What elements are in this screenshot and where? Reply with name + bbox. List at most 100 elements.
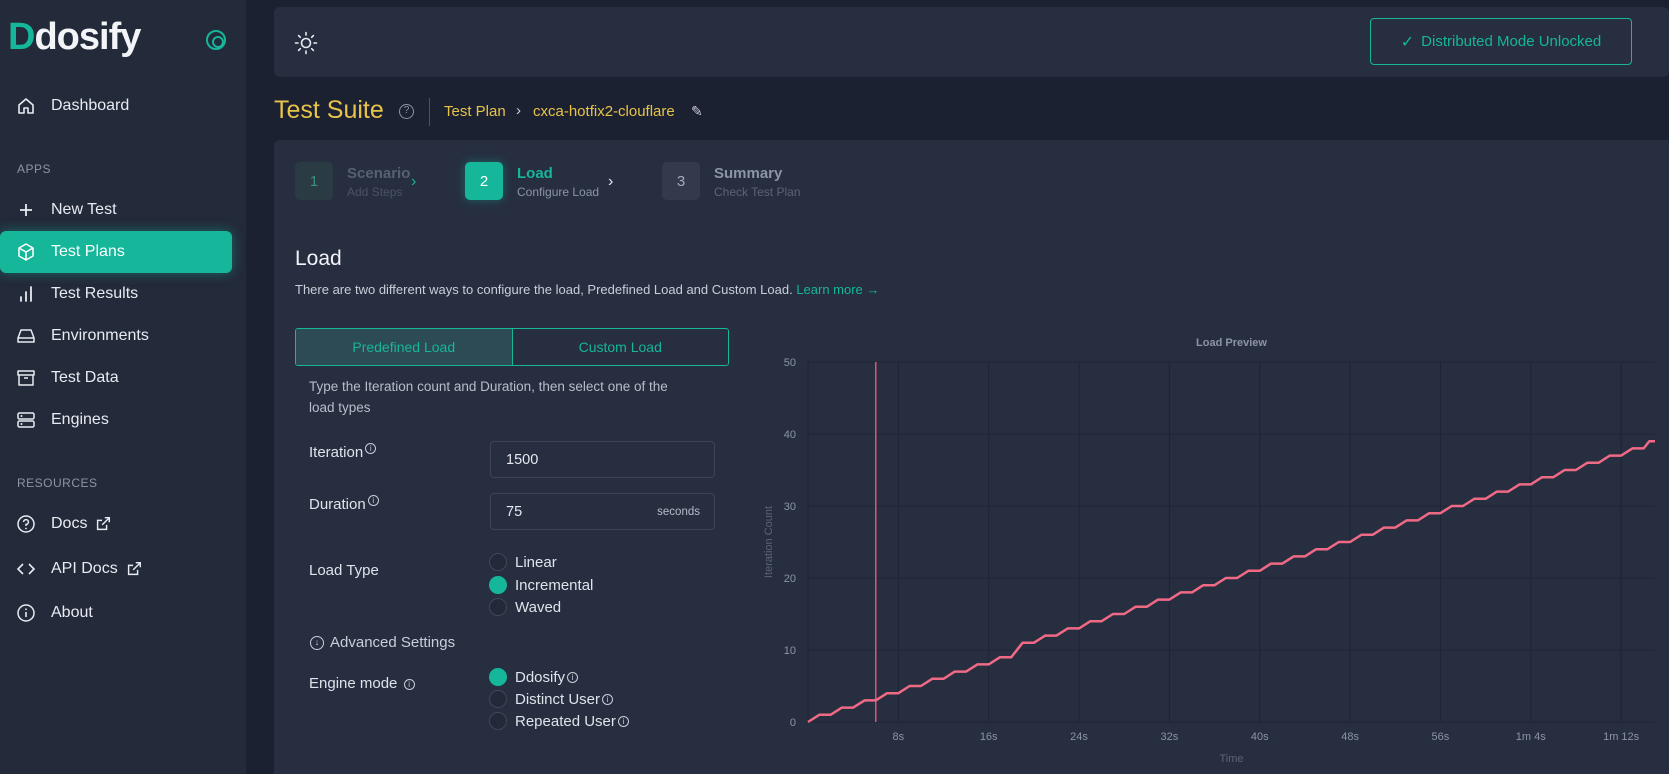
tab-predefined-load[interactable]: Predefined Load — [296, 329, 513, 365]
series-line — [807, 439, 1655, 724]
page-title: Test Suite — [274, 96, 384, 124]
engine-mode-label: Engine mode i — [309, 675, 415, 692]
duration-label: Duration i — [309, 495, 379, 513]
iteration-label: Iteration i — [309, 443, 377, 461]
y-axis-label: Iteration Count — [763, 506, 775, 578]
nav-engines[interactable]: Engines — [0, 399, 232, 441]
nav-test-plans[interactable]: Test Plans — [0, 231, 232, 273]
apps-section-label: APPS — [17, 162, 52, 176]
load-preview-svg: Load Preview 0 10 20 30 40 50 8s 16s 24s 32s 40s 48s… — [763, 337, 1655, 765]
archive-icon — [16, 368, 36, 388]
breadcrumb-plan-name: cxca-hotfix2-clouflare — [533, 103, 675, 120]
radio-distinct-user[interactable]: Distinct User i — [489, 690, 614, 708]
radio-ddosify[interactable]: Ddosify i — [489, 668, 579, 686]
info-icon[interactable]: i — [365, 443, 377, 454]
nav-test-results[interactable]: Test Results — [0, 273, 232, 315]
cube-icon — [16, 242, 36, 262]
x-tick-label: 48s — [1341, 731, 1359, 743]
edit-pencil-icon[interactable]: ✎ — [691, 103, 703, 120]
load-heading: Load — [295, 247, 342, 270]
radio-distinct-user-label: Distinct User — [515, 690, 601, 708]
step-scenario[interactable]: 1 Scenario Add Steps — [295, 162, 410, 200]
distributed-mode-label: Distributed Mode Unlocked — [1421, 33, 1602, 50]
x-tick-label: 16s — [980, 731, 998, 743]
info-icon[interactable]: i — [367, 495, 379, 506]
step-number: 1 — [295, 162, 333, 200]
step-load[interactable]: 2 Load Configure Load — [465, 162, 599, 200]
nav-about[interactable]: About — [0, 592, 232, 634]
load-preview-chart: Load Preview 0 10 20 30 40 50 8s 16s 24s 32s 40s 48s… — [755, 330, 1669, 774]
radio-repeated-user-label: Repeated User — [515, 712, 616, 730]
x-tick-label: 1m 12s — [1603, 731, 1640, 743]
theme-toggle-sun-icon[interactable] — [294, 31, 318, 55]
info-icon[interactable]: i — [617, 715, 629, 727]
iteration-input[interactable]: 1500 — [490, 441, 715, 478]
step-summary[interactable]: 3 Summary Check Test Plan — [662, 162, 801, 200]
x-tick-label: 56s — [1432, 731, 1450, 743]
radio-circle — [489, 553, 507, 571]
radio-ddosify-label: Ddosify — [515, 668, 566, 686]
ddosify-logo[interactable]: Ddosify — [8, 16, 141, 59]
duration-unit: seconds — [657, 505, 700, 518]
question-circle-icon — [16, 514, 36, 534]
help-icon[interactable]: ? — [399, 104, 414, 119]
radio-circle — [489, 690, 507, 708]
resources-section-label: RESOURCES — [17, 476, 98, 490]
server-icon — [16, 410, 36, 430]
nav-test-plans-label: Test Plans — [51, 243, 125, 260]
chevron-right-icon: › — [608, 173, 614, 190]
load-description-text: There are two different ways to configur… — [295, 282, 793, 297]
nav-engines-label: Engines — [51, 411, 109, 428]
step-subtitle: Add Steps — [347, 185, 403, 199]
advanced-settings-toggle[interactable]: ↓ Advanced Settings — [310, 634, 455, 651]
breadcrumb-test-plan[interactable]: Test Plan — [444, 103, 506, 120]
y-tick-label: 0 — [790, 717, 796, 729]
nav-dashboard-label: Dashboard — [51, 97, 130, 114]
x-tick-label: 8s — [893, 731, 905, 743]
radio-linear[interactable]: Linear — [489, 553, 557, 571]
learn-more-link[interactable]: Learn more → — [796, 282, 879, 297]
radio-repeated-user[interactable]: Repeated User i — [489, 712, 629, 730]
chart-title: Load Preview — [1196, 337, 1267, 349]
breadcrumb-chevron-icon: › — [516, 102, 521, 119]
load-mode-toggle: Predefined Load Custom Load — [295, 328, 729, 366]
home-icon — [16, 96, 36, 116]
tab-custom-load[interactable]: Custom Load — [513, 329, 729, 365]
y-tick-label: 10 — [784, 645, 796, 657]
radio-incremental-label: Incremental — [515, 576, 594, 594]
info-icon[interactable]: i — [567, 671, 579, 683]
external-link-icon — [125, 560, 143, 578]
radio-waved[interactable]: Waved — [489, 598, 561, 616]
y-tick-label: 50 — [784, 357, 796, 369]
load-description: There are two different ways to configur… — [295, 282, 879, 297]
radio-waved-label: Waved — [515, 598, 562, 616]
settings-icon[interactable] — [206, 30, 226, 50]
info-icon[interactable]: i — [602, 693, 614, 705]
y-tick-label: 30 — [784, 501, 796, 513]
nav-new-test[interactable]: New Test — [0, 189, 232, 231]
nav-api-docs[interactable]: API Docs — [0, 548, 232, 590]
nav-docs[interactable]: Docs — [0, 503, 232, 545]
info-circle-icon — [16, 603, 36, 623]
info-icon[interactable]: i — [403, 678, 415, 690]
nav-test-data[interactable]: Test Data — [0, 357, 232, 399]
logo-text: dosify — [34, 16, 141, 58]
radio-circle — [489, 712, 507, 730]
check-icon: ✓ — [1400, 33, 1415, 51]
radio-incremental[interactable]: Incremental — [489, 576, 593, 594]
nav-environments-label: Environments — [51, 327, 149, 344]
nav-environments[interactable]: Environments — [0, 315, 232, 357]
top-bar: ✓ Distributed Mode Unlocked — [274, 7, 1669, 77]
x-tick-label: 1m 4s — [1516, 731, 1546, 743]
nav-test-data-label: Test Data — [51, 369, 119, 386]
code-icon — [16, 559, 36, 579]
step-title: Summary — [714, 165, 783, 182]
nav-about-label: About — [51, 604, 93, 621]
duration-input[interactable]: 75 seconds — [490, 493, 715, 530]
nav-docs-label: Docs — [51, 515, 88, 532]
nav-dashboard[interactable]: Dashboard — [0, 85, 232, 127]
x-tick-label: 40s — [1251, 731, 1269, 743]
distributed-mode-button[interactable]: ✓ Distributed Mode Unlocked — [1370, 18, 1632, 65]
nav-test-results-label: Test Results — [51, 285, 139, 302]
iteration-value: 1500 — [506, 451, 539, 468]
